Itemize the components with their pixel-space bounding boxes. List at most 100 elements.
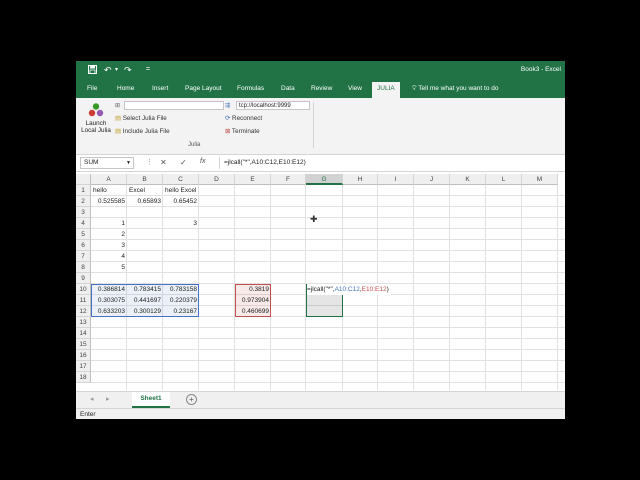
cell-c12[interactable]: 0.23167 [165,306,198,317]
tell-me-search[interactable]: 💡︎ Tell me what you want to do [412,85,498,93]
chevron-down-icon[interactable]: ▾ [115,65,118,75]
julia-file-input[interactable] [124,101,224,110]
row-header-4[interactable]: 4 [76,218,91,229]
column-header-j[interactable]: J [414,174,450,185]
cell-a5[interactable]: 2 [93,229,125,240]
cancel-icon[interactable]: ✕ [160,158,167,167]
cell-b2[interactable]: 0.65893 [129,196,162,207]
tab-file[interactable]: File [87,85,97,93]
cell-e10[interactable]: 0.3819 [237,284,269,295]
column-header-c[interactable]: C [163,174,199,185]
customize-toolbar-icon[interactable]: = [146,65,150,75]
column-header-l[interactable]: L [486,174,522,185]
enter-icon[interactable]: ✓ [180,158,187,167]
cell-a7[interactable]: 4 [93,251,125,262]
row-header-1[interactable]: 1 [76,185,91,196]
name-box-value: SUM [84,159,99,166]
cell-b10[interactable]: 0.783415 [129,284,161,295]
redo-icon[interactable]: ↷ [124,65,132,75]
chevron-left-icon[interactable]: ◂ [90,395,94,403]
gridline [91,239,565,240]
row-header-7[interactable]: 7 [76,251,91,262]
cell-a2[interactable]: 0.525585 [93,196,125,207]
row-header-6[interactable]: 6 [76,240,91,251]
cell-b1[interactable]: Excel [129,185,161,196]
cell-a1[interactable]: hello [93,185,125,196]
tab-julia[interactable]: JULIA [372,82,400,98]
formula-input[interactable]: =jlcall("*",A10:C12,E10:E12) [219,157,561,169]
launch-julia-button[interactable]: Launch Local Julia [79,102,113,138]
terminate-button[interactable]: ⊠ Terminate [225,128,260,135]
column-header-h[interactable]: H [343,174,378,185]
row-header-2[interactable]: 2 [76,196,91,207]
gridline [91,228,565,229]
row-header-13[interactable]: 13 [76,317,91,328]
host-input[interactable]: tcp://localhost:9999 [236,101,310,110]
cell-b12[interactable]: 0.300129 [129,306,161,317]
row-header-10[interactable]: 10 [76,284,91,295]
column-header-f[interactable]: F [271,174,306,185]
gridline [91,338,565,339]
column-header-b[interactable]: B [127,174,163,185]
tab-home[interactable]: Home [117,85,134,93]
column-header-a[interactable]: A [91,174,127,185]
chevron-right-icon[interactable]: ▸ [106,395,110,403]
sheet-tab-sheet1[interactable]: Sheet1 [132,392,170,408]
cell-a10[interactable]: 0.386814 [93,284,125,295]
cell-a6[interactable]: 3 [93,240,125,251]
cell-c11[interactable]: 0.220379 [165,295,197,306]
cell-e11[interactable]: 0.973904 [237,295,269,306]
column-header-k[interactable]: K [450,174,486,185]
gridline [91,360,565,361]
tab-view[interactable]: View [348,85,362,93]
cell-b11[interactable]: 0.441697 [129,295,161,306]
cell-a12[interactable]: 0.633203 [93,306,125,317]
row-header-3[interactable]: 3 [76,207,91,218]
cell-c4[interactable]: 3 [165,218,197,229]
undo-icon[interactable]: ↶ [104,65,112,75]
gridline [91,261,565,262]
worksheet-grid[interactable]: A B C D E F G H I J K L M 1 2 3 4 5 6 7 8 9 10 11 12 13 14 15 16 17 18… [76,174,565,390]
name-box[interactable]: SUM ▼ [80,157,134,169]
reconnect-button[interactable]: ⟳ Reconnect [225,115,262,122]
row-header-12[interactable]: 12 [76,306,91,317]
row-header-14[interactable]: 14 [76,328,91,339]
column-header-m[interactable]: M [522,174,558,185]
column-header-i[interactable]: I [378,174,414,185]
insert-function-icon[interactable]: fx [200,158,205,165]
cell-e12[interactable]: 0.460699 [237,306,269,317]
cell-g10-editor[interactable]: =jlcall("*",A10:C12,E10:E12) [307,284,391,295]
row-header-8[interactable]: 8 [76,262,91,273]
cell-a11[interactable]: 0.303075 [93,295,125,306]
cell-c10[interactable]: 0.783158 [165,284,197,295]
row-header-11[interactable]: 11 [76,295,91,306]
select-all-corner[interactable] [76,174,91,185]
column-header-g[interactable]: G [306,174,343,185]
tab-page-layout[interactable]: Page Layout [185,85,222,93]
status-bar: Enter [76,408,565,419]
select-julia-file-button[interactable]: ▤ Select Julia File [115,115,167,122]
cell-c1[interactable]: hello Excel [165,185,197,196]
row-header-17[interactable]: 17 [76,361,91,372]
tab-data[interactable]: Data [281,85,295,93]
row-header-9[interactable]: 9 [76,273,91,284]
tab-insert[interactable]: Insert [152,85,168,93]
cell-c2[interactable]: 0.65452 [165,196,198,207]
row-header-16[interactable]: 16 [76,350,91,361]
gridline [91,349,565,350]
cell-a8[interactable]: 5 [93,262,125,273]
cell-a4[interactable]: 1 [93,218,125,229]
tell-me-label: Tell me what you want to do [418,85,499,92]
tab-formulas[interactable]: Formulas [237,85,264,93]
save-icon[interactable] [88,65,97,76]
include-file-label: Include Julia File [122,128,170,135]
add-sheet-icon[interactable]: + [186,394,197,405]
tab-review[interactable]: Review [311,85,332,93]
row-header-5[interactable]: 5 [76,229,91,240]
row-header-18[interactable]: 18 [76,372,91,383]
column-header-d[interactable]: D [199,174,235,185]
include-julia-file-button[interactable]: ▤ Include Julia File [115,128,170,135]
column-header-e[interactable]: E [235,174,271,185]
excel-window: ↶ ▾ ↷ = Book3 - Excel File Home Insert P… [76,61,565,419]
row-header-15[interactable]: 15 [76,339,91,350]
